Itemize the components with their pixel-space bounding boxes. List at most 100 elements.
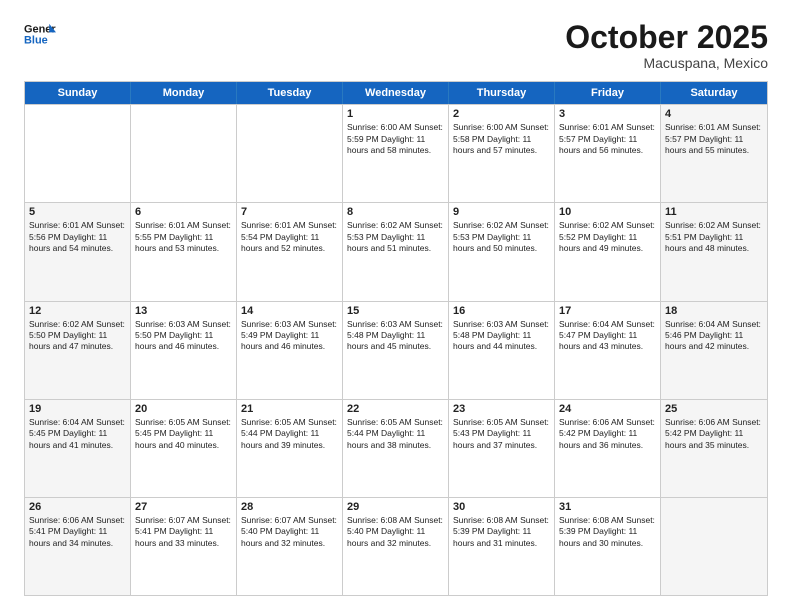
day-number: 29 (347, 501, 444, 513)
calendar-cell: 11Sunrise: 6:02 AM Sunset: 5:51 PM Dayli… (661, 203, 767, 300)
page: General Blue October 2025 Macuspana, Mex… (0, 0, 792, 612)
calendar-cell: 3Sunrise: 6:01 AM Sunset: 5:57 PM Daylig… (555, 105, 661, 202)
day-number: 25 (665, 403, 763, 415)
day-number: 24 (559, 403, 656, 415)
calendar-cell: 10 Sunrise: 6:02 AM Sunset: 5:52 PM Dayli… (555, 203, 661, 300)
day-number: 20 (135, 403, 232, 415)
calendar-cell: 8 Sunrise: 6:02 AM Sunset: 5:53 PM Daylig… (343, 203, 449, 300)
calendar-body: 1Sunrise: 6:00 AM Sunset: 5:59 PM Daylig… (25, 104, 767, 595)
calendar-cell: 26 Sunrise: 6:06 AM Sunset: 5:41 PM Dayli… (25, 498, 131, 595)
calendar-cell: 9 Sunrise: 6:02 AM Sunset: 5:53 PM Daylig… (449, 203, 555, 300)
day-number: 5 (29, 206, 126, 218)
day-number: 18 (665, 305, 763, 317)
day-info: Sunrise: 6:03 AM Sunset: 5:48 PM Dayligh… (453, 319, 550, 353)
day-number: 26 (29, 501, 126, 513)
day-number: 16 (453, 305, 550, 317)
day-number: 17 (559, 305, 656, 317)
calendar-cell: 25 Sunrise: 6:06 AM Sunset: 5:42 PM Dayli… (661, 400, 767, 497)
location-subtitle: Macuspana, Mexico (565, 55, 768, 71)
day-info: Sunrise: 6:05 AM Sunset: 5:44 PM Dayligh… (347, 417, 444, 451)
calendar-week-3: 12Sunrise: 6:02 AM Sunset: 5:50 PM Dayli… (25, 301, 767, 399)
weekday-header-wednesday: Wednesday (343, 82, 449, 104)
calendar-cell (131, 105, 237, 202)
day-number: 23 (453, 403, 550, 415)
day-info: Sunrise: 6:01 AM Sunset: 5:54 PM Dayligh… (241, 220, 338, 254)
day-info: Sunrise: 6:01 AM Sunset: 5:55 PM Dayligh… (135, 220, 232, 254)
day-info: Sunrise: 6:02 AM Sunset: 5:53 PM Dayligh… (347, 220, 444, 254)
calendar-cell: 13 Sunrise: 6:03 AM Sunset: 5:50 PM Dayli… (131, 302, 237, 399)
calendar-cell: 19Sunrise: 6:04 AM Sunset: 5:45 PM Dayli… (25, 400, 131, 497)
day-number: 10 (559, 206, 656, 218)
calendar-cell: 24 Sunrise: 6:06 AM Sunset: 5:42 PM Dayli… (555, 400, 661, 497)
calendar-cell: 21 Sunrise: 6:05 AM Sunset: 5:44 PM Dayli… (237, 400, 343, 497)
day-info: Sunrise: 6:08 AM Sunset: 5:39 PM Dayligh… (559, 515, 656, 549)
weekday-header-friday: Friday (555, 82, 661, 104)
day-info: Sunrise: 6:01 AM Sunset: 5:57 PM Dayligh… (665, 122, 763, 156)
logo-icon: General Blue (24, 20, 56, 48)
calendar-cell: 5 Sunrise: 6:01 AM Sunset: 5:56 PM Daylig… (25, 203, 131, 300)
weekday-header-thursday: Thursday (449, 82, 555, 104)
calendar-cell: 12Sunrise: 6:02 AM Sunset: 5:50 PM Dayli… (25, 302, 131, 399)
day-number: 7 (241, 206, 338, 218)
day-number: 8 (347, 206, 444, 218)
calendar-cell: 23 Sunrise: 6:05 AM Sunset: 5:43 PM Dayli… (449, 400, 555, 497)
day-number: 1 (347, 108, 444, 120)
day-info: Sunrise: 6:07 AM Sunset: 5:40 PM Dayligh… (241, 515, 338, 549)
calendar-header: SundayMondayTuesdayWednesdayThursdayFrid… (25, 82, 767, 104)
day-number: 11 (665, 206, 763, 218)
title-block: October 2025 Macuspana, Mexico (565, 20, 768, 71)
day-info: Sunrise: 6:03 AM Sunset: 5:50 PM Dayligh… (135, 319, 232, 353)
day-info: Sunrise: 6:07 AM Sunset: 5:41 PM Dayligh… (135, 515, 232, 549)
calendar-cell: 22Sunrise: 6:05 AM Sunset: 5:44 PM Dayli… (343, 400, 449, 497)
day-info: Sunrise: 6:02 AM Sunset: 5:52 PM Dayligh… (559, 220, 656, 254)
day-number: 9 (453, 206, 550, 218)
calendar-week-5: 26 Sunrise: 6:06 AM Sunset: 5:41 PM Dayli… (25, 497, 767, 595)
day-info: Sunrise: 6:01 AM Sunset: 5:57 PM Dayligh… (559, 122, 656, 156)
day-number: 13 (135, 305, 232, 317)
day-number: 27 (135, 501, 232, 513)
calendar-cell: 14Sunrise: 6:03 AM Sunset: 5:49 PM Dayli… (237, 302, 343, 399)
calendar-cell: 18 Sunrise: 6:04 AM Sunset: 5:46 PM Dayli… (661, 302, 767, 399)
day-info: Sunrise: 6:04 AM Sunset: 5:45 PM Dayligh… (29, 417, 126, 451)
day-number: 31 (559, 501, 656, 513)
day-info: Sunrise: 6:00 AM Sunset: 5:58 PM Dayligh… (453, 122, 550, 156)
calendar-cell: 1Sunrise: 6:00 AM Sunset: 5:59 PM Daylig… (343, 105, 449, 202)
day-info: Sunrise: 6:05 AM Sunset: 5:44 PM Dayligh… (241, 417, 338, 451)
logo: General Blue (24, 20, 56, 48)
calendar-cell: 4 Sunrise: 6:01 AM Sunset: 5:57 PM Daylig… (661, 105, 767, 202)
day-number: 15 (347, 305, 444, 317)
day-info: Sunrise: 6:06 AM Sunset: 5:42 PM Dayligh… (665, 417, 763, 451)
weekday-header-sunday: Sunday (25, 82, 131, 104)
day-info: Sunrise: 6:03 AM Sunset: 5:48 PM Dayligh… (347, 319, 444, 353)
weekday-header-saturday: Saturday (661, 82, 767, 104)
calendar-cell: 28Sunrise: 6:07 AM Sunset: 5:40 PM Dayli… (237, 498, 343, 595)
day-number: 21 (241, 403, 338, 415)
calendar-week-4: 19Sunrise: 6:04 AM Sunset: 5:45 PM Dayli… (25, 399, 767, 497)
weekday-header-tuesday: Tuesday (237, 82, 343, 104)
day-number: 12 (29, 305, 126, 317)
calendar-cell: 15 Sunrise: 6:03 AM Sunset: 5:48 PM Dayli… (343, 302, 449, 399)
day-info: Sunrise: 6:02 AM Sunset: 5:53 PM Dayligh… (453, 220, 550, 254)
day-info: Sunrise: 6:06 AM Sunset: 5:42 PM Dayligh… (559, 417, 656, 451)
svg-text:Blue: Blue (24, 34, 48, 46)
calendar-cell: 31 Sunrise: 6:08 AM Sunset: 5:39 PM Dayli… (555, 498, 661, 595)
calendar-cell (237, 105, 343, 202)
day-number: 30 (453, 501, 550, 513)
weekday-header-monday: Monday (131, 82, 237, 104)
day-info: Sunrise: 6:08 AM Sunset: 5:40 PM Dayligh… (347, 515, 444, 549)
day-info: Sunrise: 6:08 AM Sunset: 5:39 PM Dayligh… (453, 515, 550, 549)
calendar: SundayMondayTuesdayWednesdayThursdayFrid… (24, 81, 768, 596)
calendar-cell: 29 Sunrise: 6:08 AM Sunset: 5:40 PM Dayli… (343, 498, 449, 595)
calendar-cell: 27 Sunrise: 6:07 AM Sunset: 5:41 PM Dayli… (131, 498, 237, 595)
day-number: 14 (241, 305, 338, 317)
day-info: Sunrise: 6:06 AM Sunset: 5:41 PM Dayligh… (29, 515, 126, 549)
day-number: 6 (135, 206, 232, 218)
day-info: Sunrise: 6:05 AM Sunset: 5:45 PM Dayligh… (135, 417, 232, 451)
day-number: 2 (453, 108, 550, 120)
day-info: Sunrise: 6:05 AM Sunset: 5:43 PM Dayligh… (453, 417, 550, 451)
calendar-cell: 30 Sunrise: 6:08 AM Sunset: 5:39 PM Dayli… (449, 498, 555, 595)
day-number: 4 (665, 108, 763, 120)
calendar-cell: 16 Sunrise: 6:03 AM Sunset: 5:48 PM Dayli… (449, 302, 555, 399)
day-info: Sunrise: 6:04 AM Sunset: 5:46 PM Dayligh… (665, 319, 763, 353)
day-info: Sunrise: 6:01 AM Sunset: 5:56 PM Dayligh… (29, 220, 126, 254)
